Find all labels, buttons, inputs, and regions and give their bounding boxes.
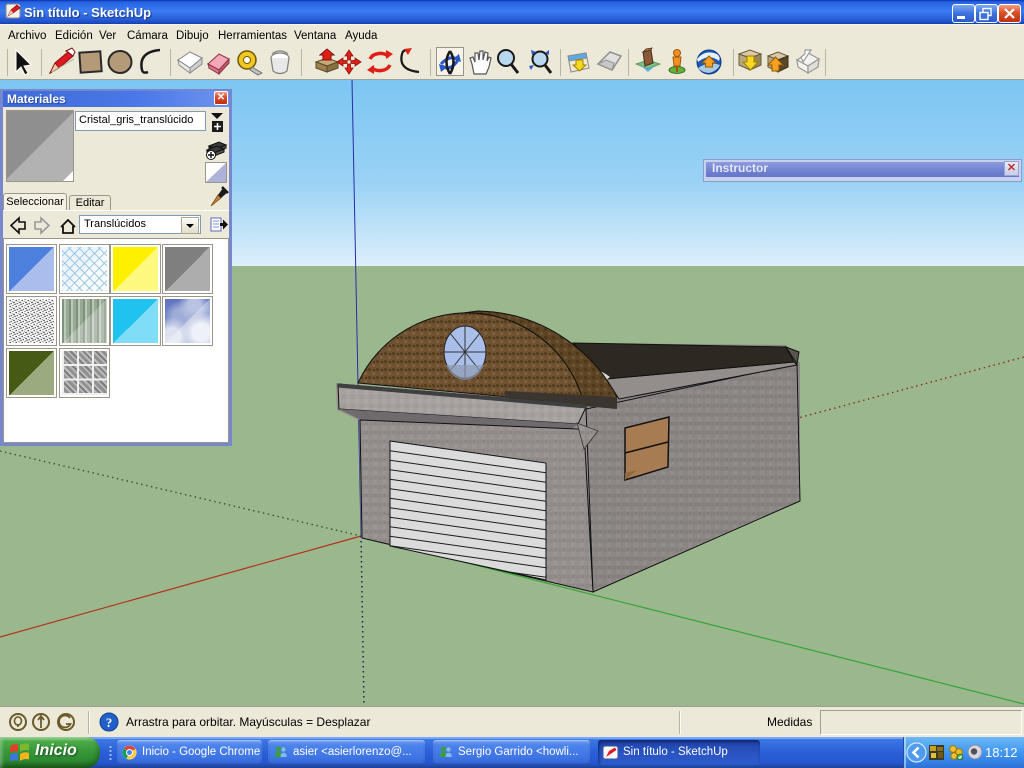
svg-text:?: ? (106, 715, 113, 730)
